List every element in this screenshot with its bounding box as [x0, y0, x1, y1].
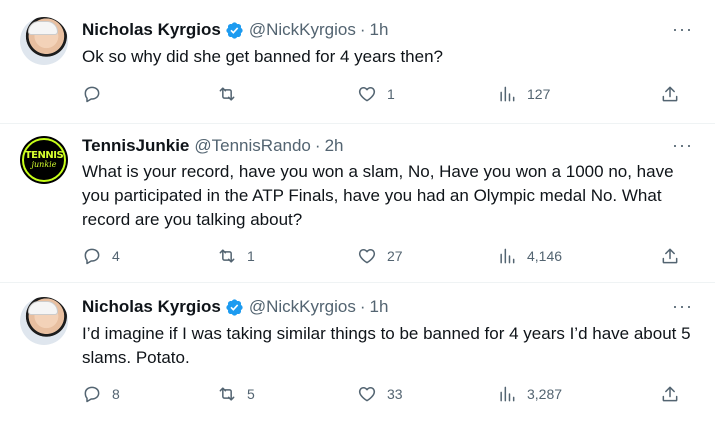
reply-icon [84, 86, 100, 103]
reply-icon [84, 386, 100, 403]
tweet-text: Ok so why did she get banned for 4 years… [82, 47, 444, 66]
avatar[interactable]: TENNIS junkie [20, 136, 68, 184]
share-button[interactable] [660, 246, 680, 266]
separator-dot: · [314, 136, 321, 155]
tweet-1[interactable]: Nicholas Kyrgios @NickKyrgios · 1h ··· O… [0, 0, 715, 123]
reply-icon [84, 248, 100, 265]
like-button[interactable]: 33 [357, 384, 403, 404]
retweet-button[interactable]: 1 [217, 246, 255, 266]
author-handle[interactable]: @TennisRando [194, 136, 311, 156]
verified-badge-icon [226, 298, 243, 316]
views-icon [500, 248, 515, 264]
retweet-button[interactable]: 5 [217, 384, 255, 404]
like-count: 27 [387, 248, 403, 264]
views-icon [500, 386, 515, 402]
reply-count: 4 [112, 248, 120, 264]
more-options-icon[interactable]: ··· [672, 20, 693, 38]
tweet-text: I’d imagine if I was taking similar thin… [82, 324, 691, 367]
tennisjunkie-logo: TENNIS junkie [22, 138, 66, 182]
share-icon [662, 86, 678, 102]
tweet-actions: 1 127 [82, 84, 692, 106]
author-handle[interactable]: @NickKyrgios [249, 20, 356, 40]
reply-count: 8 [112, 386, 120, 402]
logo-text-script: junkie [31, 160, 57, 169]
tweet-2[interactable]: TENNIS junkie TennisJunkie @TennisRando … [0, 124, 715, 282]
author-name[interactable]: Nicholas Kyrgios [82, 297, 221, 317]
views-icon [500, 86, 515, 102]
avatar[interactable] [20, 17, 68, 65]
timestamp[interactable]: 1h [370, 297, 389, 317]
views-button[interactable]: 127 [497, 84, 550, 104]
share-button[interactable] [660, 384, 680, 404]
retweet-icon [219, 249, 235, 263]
heart-icon [358, 87, 376, 102]
verified-badge-icon [226, 21, 243, 39]
tweet-actions: 4 1 27 4,146 [82, 246, 692, 268]
tweet-text: What is your record, have you won a slam… [82, 162, 674, 229]
tweet-actions: 8 5 33 3,287 [82, 384, 692, 406]
like-button[interactable]: 1 [357, 84, 395, 104]
view-count: 4,146 [527, 248, 563, 264]
avatar[interactable] [20, 297, 68, 345]
reply-button[interactable]: 8 [82, 384, 120, 404]
retweet-icon [219, 387, 235, 401]
tweet-3[interactable]: Nicholas Kyrgios @NickKyrgios · 1h ··· I… [0, 283, 715, 429]
author-handle[interactable]: @NickKyrgios [249, 297, 356, 317]
heart-icon [358, 249, 376, 264]
retweet-count: 1 [247, 248, 255, 264]
like-button[interactable]: 27 [357, 246, 403, 266]
share-icon [662, 386, 678, 402]
reply-button[interactable]: 4 [82, 246, 120, 266]
retweet-count: 5 [247, 386, 255, 402]
like-count: 1 [387, 86, 395, 102]
separator-dot: · [359, 297, 366, 316]
heart-icon [358, 387, 376, 402]
share-icon [662, 248, 678, 264]
separator-dot: · [359, 20, 366, 39]
author-name[interactable]: TennisJunkie [82, 136, 189, 156]
view-count: 3,287 [527, 386, 563, 402]
share-button[interactable] [660, 84, 680, 104]
author-name[interactable]: Nicholas Kyrgios [82, 20, 221, 40]
reply-button[interactable] [82, 84, 112, 104]
retweet-button[interactable] [217, 84, 247, 104]
like-count: 33 [387, 386, 403, 402]
timestamp[interactable]: 1h [370, 20, 389, 40]
views-button[interactable]: 3,287 [497, 384, 562, 404]
views-button[interactable]: 4,146 [497, 246, 562, 266]
view-count: 127 [527, 86, 551, 102]
retweet-icon [219, 87, 235, 101]
timestamp[interactable]: 2h [325, 136, 344, 156]
more-options-icon[interactable]: ··· [672, 297, 693, 315]
more-options-icon[interactable]: ··· [672, 136, 693, 154]
